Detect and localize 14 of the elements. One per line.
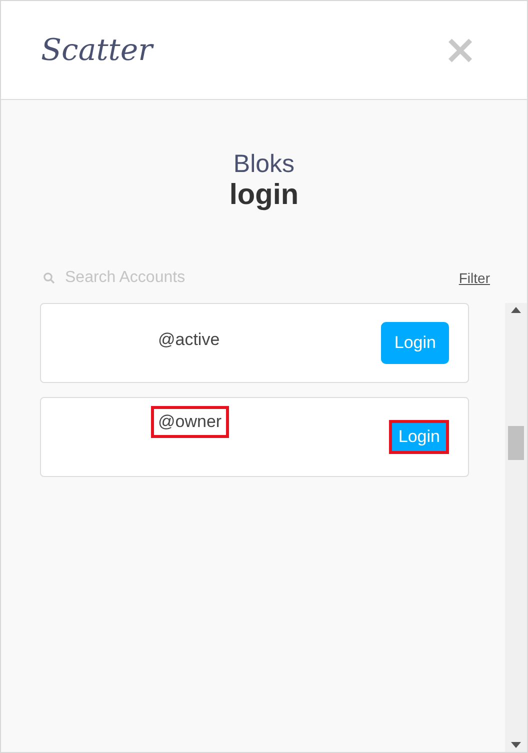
scroll-thumb[interactable] [508, 426, 524, 460]
filter-link[interactable]: Filter [458, 270, 490, 286]
login-button[interactable]: Login [389, 420, 449, 454]
scroll-down-icon[interactable] [511, 742, 521, 748]
scroll-up-icon[interactable] [511, 307, 521, 313]
login-button[interactable]: Login [381, 322, 449, 364]
search-icon [43, 272, 55, 284]
app-logo: Scatter [41, 32, 152, 68]
scrollbar[interactable] [505, 303, 527, 752]
close-button[interactable]: × [433, 30, 487, 70]
account-name: @owner [151, 406, 229, 438]
account-name: @active [157, 329, 221, 351]
app-name: Bloks [233, 150, 295, 179]
page-title: login [229, 179, 299, 212]
